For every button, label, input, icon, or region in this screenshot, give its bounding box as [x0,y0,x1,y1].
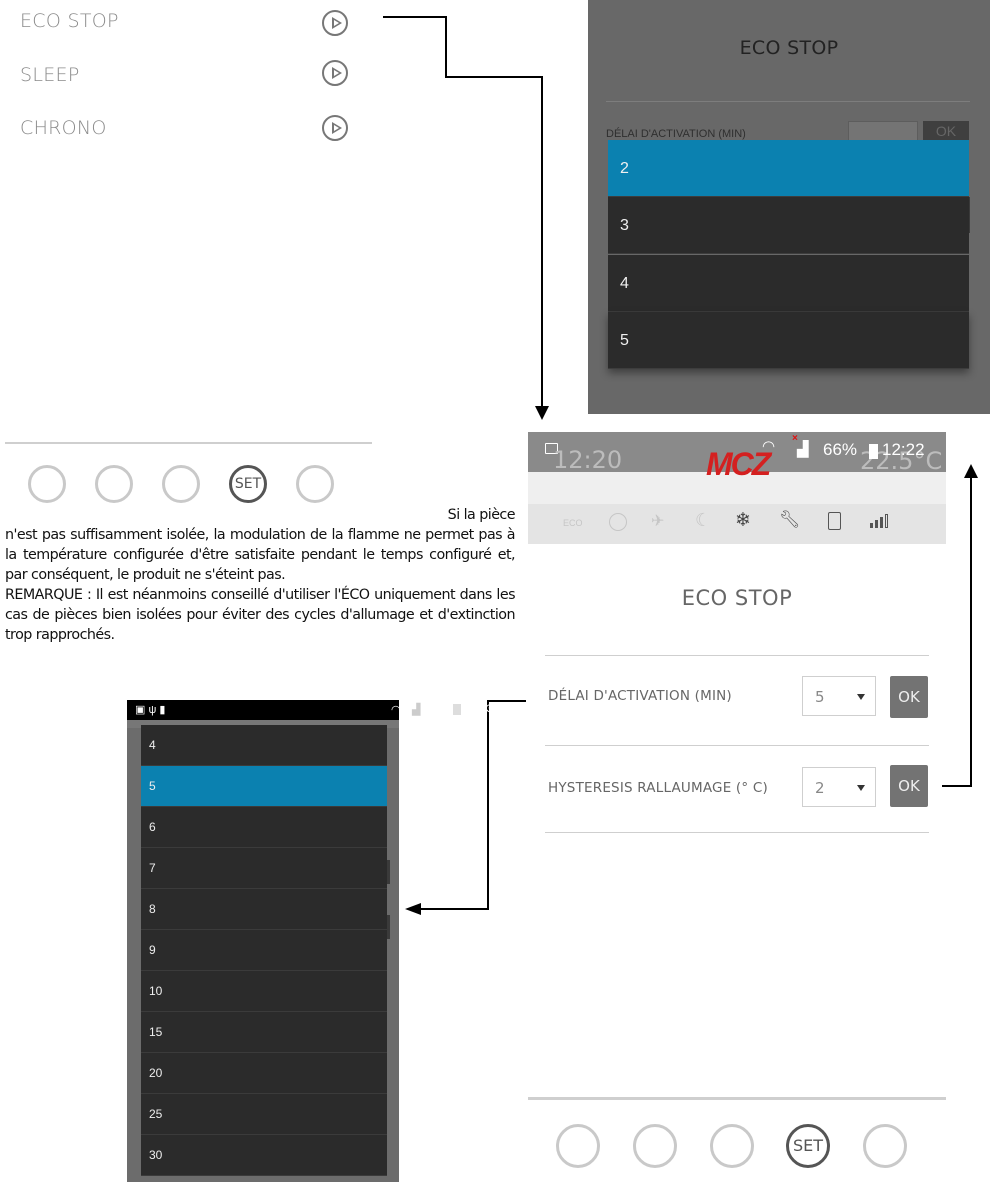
list-item[interactable]: 5 [141,766,387,807]
connector-line [445,16,447,78]
play-icon[interactable] [322,60,348,86]
battery-percent: 83% [426,703,449,715]
behind-ok: OK [923,121,969,141]
divider [606,101,970,102]
paragraph-body: n'est pas suffisamment isolée, la modula… [5,527,516,583]
battery-icon [869,444,878,459]
status-time: 12:22 [882,440,925,459]
connector-line [420,908,489,910]
reset-icon[interactable] [863,1124,907,1168]
dialog-title: ECO STOP [739,37,839,59]
play-icon[interactable] [322,115,348,141]
moon-icon: ☾ [695,510,712,530]
reset-icon[interactable] [296,465,334,503]
signal-icon: ▟ [412,704,421,716]
wifi-icon: ◠ [391,704,401,716]
divider [528,1097,946,1100]
list-item[interactable]: 4 [141,725,387,766]
wifi-icon: ◠ [762,438,776,455]
paragraph-line: Si la pièce [447,507,516,523]
menu-item-chrono[interactable]: CHRONO [20,117,107,139]
dropdown-option[interactable]: 2 [608,140,969,197]
divider [545,832,929,833]
snowflake-icon: ❄ [735,510,751,531]
set-button[interactable]: SET [786,1124,830,1168]
fan-icon[interactable] [162,465,200,503]
activation-delay-select[interactable]: 5 [802,676,876,716]
connector-line [970,476,972,787]
play-icon[interactable] [322,10,348,36]
dropdown-option[interactable]: 5 [608,312,969,369]
page-title: ECO STOP [681,586,793,610]
arrow-down-icon [535,406,549,420]
select-value: 2 [815,779,825,797]
list-item[interactable]: 7 [141,848,387,889]
notification-icons: ▣ ψ ▮ [135,704,166,716]
set-label: SET [792,1136,824,1155]
brand-logo: MCZ [706,446,771,482]
list-item[interactable]: 15 [141,1012,387,1053]
home-icon[interactable] [633,1124,677,1168]
paragraph-note: REMARQUE : Il est néanmoins conseillé d'… [5,587,516,643]
signal-bars-icon [870,512,894,528]
behind-edge [387,860,390,884]
list-item[interactable]: 9 [141,930,387,971]
battery-icon [453,704,461,715]
divider [545,655,929,656]
description-text: Si la pièce n'est pas suffisamment isolé… [5,505,516,645]
list-item[interactable]: 30 [141,1135,387,1176]
battery-percent: 66% [823,440,858,459]
dropdown-option[interactable]: 4 [608,255,969,312]
status-time: 13:33 [465,703,493,715]
power-icon[interactable] [28,465,66,503]
divider [5,442,372,444]
menu-item-sleep[interactable]: SLEEP [20,64,80,86]
power-icon[interactable] [556,1124,600,1168]
activation-delay-label: DÉLAI D'ACTIVATION (MIN) [548,688,732,704]
status-bar: ▣ ψ ▮ ◠ ▟ 83% 13:33 [127,700,493,720]
memory-card-icon [828,512,841,530]
list-item[interactable]: 6 [141,807,387,848]
connector-line [541,76,543,410]
select-value: 5 [815,688,825,706]
list-item[interactable]: 20 [141,1053,387,1094]
wrench-icon: 🔧︎ [779,510,801,529]
connector-line [488,700,526,702]
set-label: SET [234,476,262,492]
chrono-off-icon: ✈ [651,513,665,530]
caret-down-icon [857,785,865,791]
list-item[interactable]: 25 [141,1094,387,1135]
list-item[interactable]: 8 [141,889,387,930]
ok-button[interactable]: OK [890,676,928,718]
clock-icon [609,513,627,531]
eco-icon: ECO [563,518,583,528]
arrow-left-icon [405,903,421,915]
hysteresis-select[interactable]: 2 [802,767,876,807]
list-item[interactable]: 10 [141,971,387,1012]
arrow-up-icon [964,464,978,478]
connector-line [942,785,972,787]
signal-icon: ▟ [797,441,809,458]
divider [545,745,929,746]
connector-line [383,16,446,18]
behind-edge [387,915,390,939]
app-time: 12:20 [553,446,623,474]
caret-down-icon [857,694,865,700]
connector-line [487,700,489,910]
ok-button[interactable]: OK [890,765,928,807]
fan-icon[interactable] [710,1124,754,1168]
behind-label: DÉLAI D'ACTIVATION (MIN) [606,128,746,140]
home-icon[interactable] [95,465,133,503]
hysteresis-label: HYSTERESIS RALLAUMAGE (° C) [548,780,768,796]
connector-line [445,76,543,78]
dropdown-option[interactable]: 3 [608,197,969,254]
set-button[interactable]: SET [229,465,267,503]
menu-item-eco-stop[interactable]: ECO STOP [20,10,119,32]
